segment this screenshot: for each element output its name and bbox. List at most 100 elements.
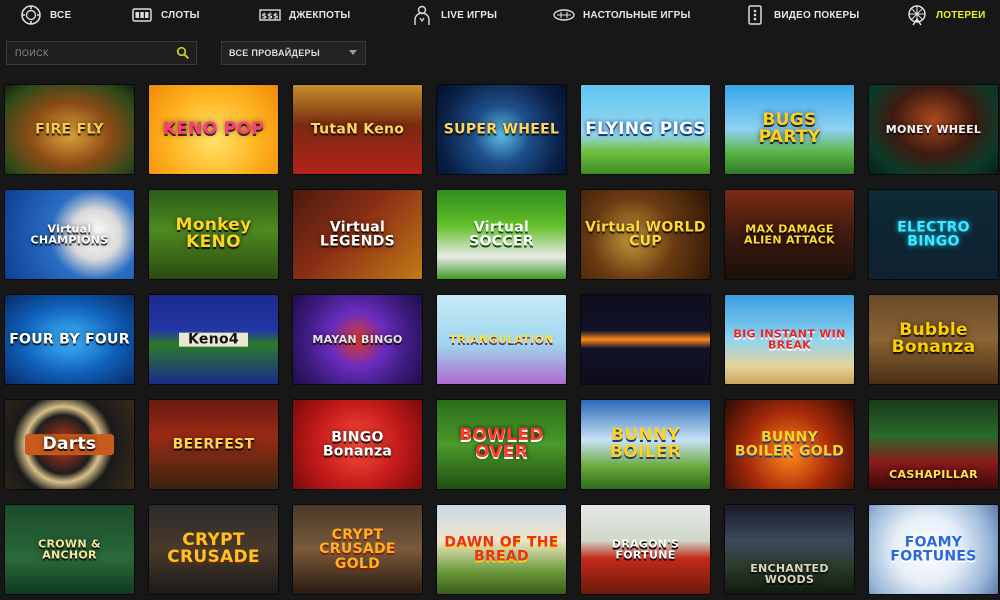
search-box xyxy=(6,41,197,65)
game-tile[interactable]: ELECTRO BINGO xyxy=(869,190,998,279)
game-tile[interactable]: FOAMY FORTUNES xyxy=(869,505,998,594)
game-tile[interactable]: CRYPT CRUSADE xyxy=(149,505,278,594)
game-title: FOAMY FORTUNES xyxy=(890,533,977,565)
nav-table-games-label: НАСТОЛЬНЫЕ ИГРЫ xyxy=(583,9,691,21)
search-icon[interactable] xyxy=(176,46,190,60)
game-title: MAX DAMAGE ALIEN ATTACK xyxy=(744,221,835,247)
nav-live-games[interactable]: LIVE ИГРЫ xyxy=(411,0,497,30)
game-title: MONEY WHEEL xyxy=(885,122,982,136)
game-tile[interactable]: Darts xyxy=(5,400,134,489)
game-title: BOWLED OVER xyxy=(459,424,544,463)
game-tile[interactable]: Virtual WORLD CUP xyxy=(581,190,710,279)
game-title: BUNNY BOILER GOLD xyxy=(734,428,845,460)
game-title: ENCHANTED WOODS xyxy=(750,561,829,587)
game-title: BUNNY BOILER xyxy=(609,424,682,463)
playing-card-icon xyxy=(744,4,766,26)
game-tile[interactable]: BUNNY BOILER xyxy=(581,400,710,489)
game-title: BEERFEST xyxy=(172,436,255,453)
game-title: Virtual WORLD CUP xyxy=(585,218,706,250)
nav-jackpots-label: ДЖЕКПОТЫ xyxy=(289,9,351,21)
game-tile[interactable]: BEERFEST xyxy=(149,400,278,489)
game-tile[interactable]: SUPER WHEEL xyxy=(437,85,566,174)
game-title: SUPER WHEEL xyxy=(443,121,560,138)
provider-select[interactable]: ВСЕ ПРОВАЙДЕРЫ xyxy=(221,41,366,65)
game-tile[interactable]: Bubble Bonanza xyxy=(869,295,998,384)
live-dealer-icon xyxy=(411,4,433,26)
game-title: FOUR BY FOUR xyxy=(9,331,130,348)
nav-video-poker-label: ВИДЕО ПОКЕРЫ xyxy=(774,9,860,21)
game-tile[interactable]: FOUR BY FOUR xyxy=(5,295,134,384)
game-tile[interactable]: MAX DAMAGE ALIEN ATTACK xyxy=(725,190,854,279)
game-title: KENO POP xyxy=(162,118,265,139)
provider-select-value: ВСЕ ПРОВАЙДЕРЫ xyxy=(229,48,320,58)
game-tile[interactable]: CROWN & ANCHOR xyxy=(5,505,134,594)
game-title: TutaN Keno xyxy=(310,121,405,138)
table-games-icon xyxy=(553,4,575,26)
game-title: BINGO Bonanza xyxy=(322,428,393,460)
game-title: BUGS PARTY xyxy=(758,109,821,148)
game-tile[interactable]: DRAGON'S FORTUNE xyxy=(581,505,710,594)
game-tile[interactable]: CRYPT CRUSADE GOLD xyxy=(293,505,422,594)
game-title: TRIANGULATION xyxy=(449,332,554,346)
game-title: ELECTRO BINGO xyxy=(897,218,970,250)
game-title: Keno4 xyxy=(179,332,248,347)
game-tile[interactable]: CASHAPILLAR xyxy=(869,400,998,489)
game-title: Darts xyxy=(25,433,114,456)
nav-lotteries[interactable]: ЛОТЕРЕИ xyxy=(906,0,986,30)
top-navigation: ВСЕ СЛОТЫ $$$ ДЖЕКПОТЫ LIVE ИГРЫ НАСТОЛЬ… xyxy=(0,0,1000,30)
game-tile[interactable]: FIRE FLY xyxy=(5,85,134,174)
game-tile[interactable] xyxy=(581,295,710,384)
game-tile[interactable]: BUGS PARTY xyxy=(725,85,854,174)
game-title: Virtual SOCCER xyxy=(469,218,534,250)
game-tile[interactable]: BIG INSTANT WIN BREAK xyxy=(725,295,854,384)
game-thumbnail xyxy=(581,295,710,384)
casino-chip-icon xyxy=(20,4,42,26)
game-title: CASHAPILLAR xyxy=(889,468,978,482)
nav-all-label: ВСЕ xyxy=(50,9,72,21)
nav-video-poker[interactable]: ВИДЕО ПОКЕРЫ xyxy=(744,0,859,30)
games-grid: FIRE FLY KENO POP TutaN Keno SUPER WHEEL… xyxy=(5,85,1000,594)
game-tile[interactable]: KENO POP xyxy=(149,85,278,174)
game-tile[interactable]: Monkey KENO xyxy=(149,190,278,279)
game-title: Virtual LEGENDS xyxy=(319,218,396,250)
game-title: CRYPT CRUSADE GOLD xyxy=(319,526,396,572)
game-title: BIG INSTANT WIN BREAK xyxy=(733,326,846,352)
nav-lotteries-label: ЛОТЕРЕИ xyxy=(936,9,986,21)
game-title: FIRE FLY xyxy=(35,121,104,138)
game-title: Virtual CHAMPIONS xyxy=(30,221,109,247)
nav-live-games-label: LIVE ИГРЫ xyxy=(441,9,498,21)
game-tile[interactable]: BUNNY BOILER GOLD xyxy=(725,400,854,489)
nav-all[interactable]: ВСЕ xyxy=(20,0,71,30)
jackpot-777-icon: $$$ xyxy=(259,4,281,26)
game-title: CRYPT CRUSADE xyxy=(167,529,260,568)
game-tile[interactable]: DAWN OF THE BREAD xyxy=(437,505,566,594)
search-input[interactable] xyxy=(7,48,167,58)
game-title: FLYING PIGS xyxy=(585,118,706,139)
nav-table-games[interactable]: НАСТОЛЬНЫЕ ИГРЫ xyxy=(553,0,691,30)
slot-machine-icon xyxy=(131,4,153,26)
svg-text:$$$: $$$ xyxy=(261,12,279,21)
game-title: MAYAN BINGO xyxy=(312,332,403,346)
game-tile[interactable]: TRIANGULATION xyxy=(437,295,566,384)
ferris-wheel-icon xyxy=(906,4,928,26)
game-tile[interactable]: BINGO Bonanza xyxy=(293,400,422,489)
nav-slots[interactable]: СЛОТЫ xyxy=(131,0,200,30)
game-tile[interactable]: BOWLED OVER xyxy=(437,400,566,489)
game-tile[interactable]: Virtual SOCCER xyxy=(437,190,566,279)
game-title: DAWN OF THE BREAD xyxy=(444,533,559,565)
game-tile[interactable]: ENCHANTED WOODS xyxy=(725,505,854,594)
game-tile[interactable]: MAYAN BINGO xyxy=(293,295,422,384)
nav-jackpots[interactable]: $$$ ДЖЕКПОТЫ xyxy=(259,0,350,30)
game-tile[interactable]: Virtual CHAMPIONS xyxy=(5,190,134,279)
chevron-down-icon xyxy=(349,50,357,55)
game-tile[interactable]: FLYING PIGS xyxy=(581,85,710,174)
game-tile[interactable]: MONEY WHEEL xyxy=(869,85,998,174)
nav-slots-label: СЛОТЫ xyxy=(161,9,200,21)
game-title: DRAGON'S FORTUNE xyxy=(611,536,680,562)
game-tile[interactable]: Virtual LEGENDS xyxy=(293,190,422,279)
game-title: Monkey KENO xyxy=(175,214,252,253)
game-title: Bubble Bonanza xyxy=(891,319,976,358)
game-tile[interactable]: Keno4 xyxy=(149,295,278,384)
game-tile[interactable]: TutaN Keno xyxy=(293,85,422,174)
game-title: CROWN & ANCHOR xyxy=(38,536,101,562)
